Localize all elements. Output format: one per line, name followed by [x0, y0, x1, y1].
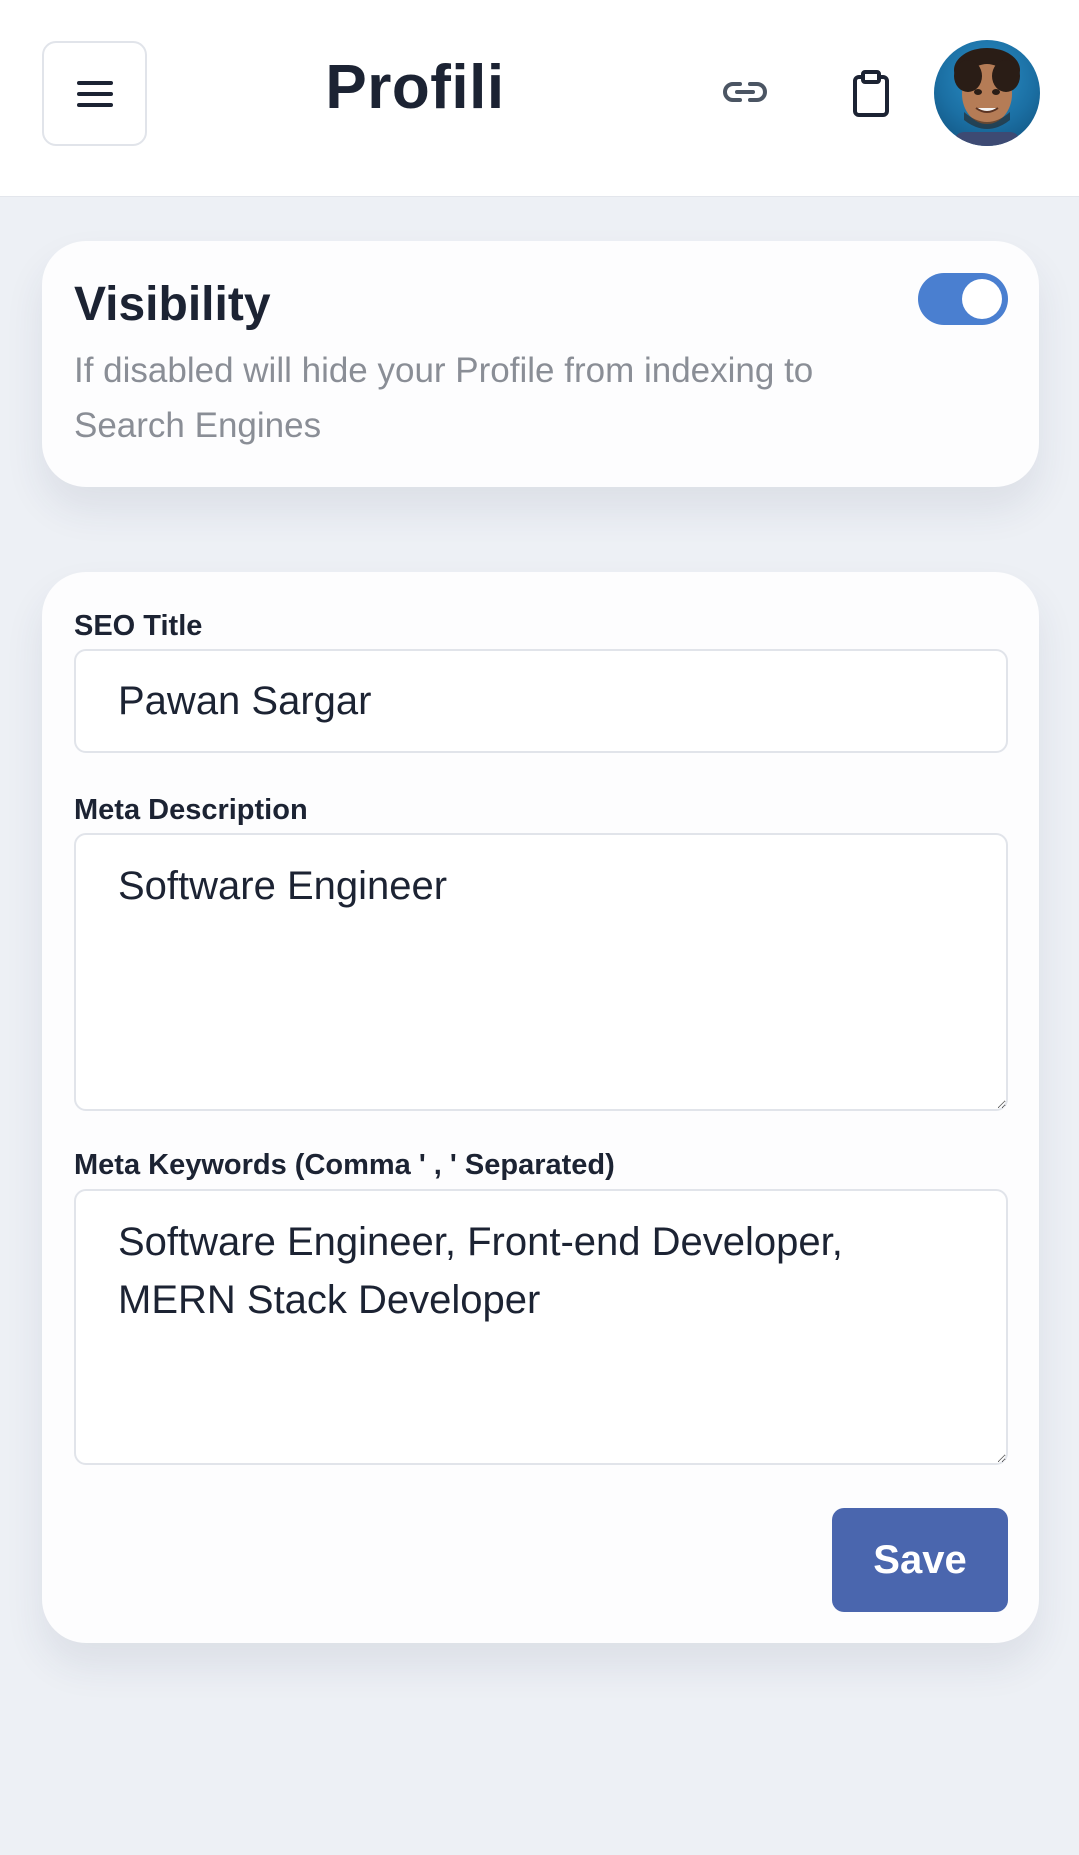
- avatar-image: [954, 48, 1020, 146]
- seo-settings-card: SEO Title Meta Description Software Engi…: [42, 572, 1039, 1643]
- visibility-toggle[interactable]: [918, 273, 1008, 325]
- visibility-title: Visibility: [74, 278, 271, 331]
- clipboard-icon[interactable]: [851, 70, 891, 118]
- page-title: Profili: [325, 53, 505, 122]
- toggle-knob: [962, 279, 1002, 319]
- top-bar: Profili: [0, 0, 1079, 197]
- avatar[interactable]: [934, 40, 1040, 146]
- meta-description-textarea[interactable]: Software Engineer: [74, 833, 1008, 1111]
- menu-button[interactable]: [42, 41, 147, 146]
- seo-title-input[interactable]: [74, 649, 1008, 753]
- hamburger-menu-icon: [76, 74, 113, 114]
- seo-title-label: SEO Title: [74, 610, 203, 642]
- link-icon[interactable]: [720, 72, 770, 112]
- save-button[interactable]: Save: [832, 1508, 1008, 1612]
- visibility-card: Visibility If disabled will hide your Pr…: [42, 241, 1039, 487]
- meta-description-label: Meta Description: [74, 794, 308, 826]
- meta-keywords-label: Meta Keywords (Comma ' , ' Separated): [74, 1149, 615, 1181]
- meta-keywords-textarea[interactable]: Software Engineer, Front-end Developer, …: [74, 1189, 1008, 1465]
- visibility-description: If disabled will hide your Profile from …: [74, 351, 814, 445]
